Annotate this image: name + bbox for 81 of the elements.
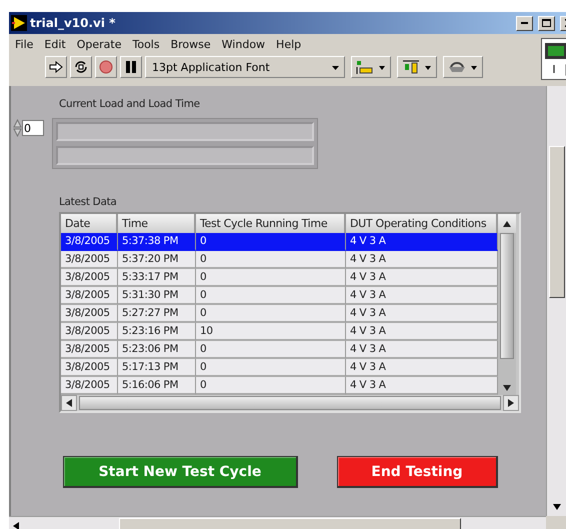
table-cell[interactable]: 3/8/2005: [61, 359, 118, 377]
menu-item[interactable]: Browse: [170, 38, 211, 51]
table-cell[interactable]: 5:23:16 PM: [118, 323, 196, 341]
left-arrow-icon[interactable]: [13, 522, 19, 529]
arrow-icon[interactable]: [49, 61, 63, 73]
table-cell[interactable]: 4 V 3 A: [346, 233, 498, 251]
table-cell[interactable]: 3/8/2005: [61, 233, 118, 251]
table-cell[interactable]: 3/8/2005: [61, 269, 118, 287]
table-cell[interactable]: 3/8/2005: [61, 341, 118, 359]
pause-button[interactable]: [120, 56, 142, 78]
horizontal-scrollbar[interactable]: [61, 395, 519, 411]
distribute-icon[interactable]: [402, 59, 432, 75]
table-cell[interactable]: 0: [196, 233, 346, 251]
table-cell[interactable]: 5:16:06 PM: [118, 377, 196, 395]
table-cell[interactable]: 0: [196, 287, 346, 305]
table-cell[interactable]: 4 V 3 A: [346, 341, 498, 359]
column-header[interactable]: DUT Operating Conditions: [346, 214, 498, 233]
table-cell[interactable]: 3/8/2005: [61, 305, 118, 323]
maximize-button[interactable]: [538, 16, 555, 30]
table-cell[interactable]: 5:27:27 PM: [118, 305, 196, 323]
abort-button[interactable]: [95, 56, 117, 78]
table-cell[interactable]: 0: [196, 341, 346, 359]
font-dropdown[interactable]: 13pt Application Font: [145, 56, 345, 78]
action-button[interactable]: Start New Test Cycle: [63, 456, 298, 488]
minimize-button[interactable]: [516, 16, 533, 30]
window-title: trial_v10.vi *: [30, 16, 116, 30]
down-arrow-icon[interactable]: [553, 504, 561, 510]
align-dropdown[interactable]: [351, 56, 391, 78]
vertical-scrollbar[interactable]: [498, 233, 516, 395]
index-field[interactable]: 0: [22, 120, 44, 136]
table-cell[interactable]: 0: [196, 377, 346, 395]
table-cell[interactable]: 4 V 3 A: [346, 305, 498, 323]
menu-item[interactable]: Window: [222, 38, 266, 51]
array-label: Current Load and Load Time: [59, 98, 201, 110]
left-arrow-icon[interactable]: [66, 399, 72, 407]
table-label: Latest Data: [59, 196, 118, 208]
pause-icon[interactable]: [126, 61, 136, 73]
table-cell[interactable]: 10: [196, 323, 346, 341]
table-cell[interactable]: 3/8/2005: [61, 323, 118, 341]
column-header[interactable]: Date: [61, 214, 118, 233]
run-continuously-button[interactable]: [70, 56, 92, 78]
table-cell[interactable]: 5:37:20 PM: [118, 251, 196, 269]
increment-arrows-icon[interactable]: [13, 119, 22, 137]
menu-item[interactable]: Tools: [132, 38, 160, 51]
table-cell[interactable]: 4 V 3 A: [346, 359, 498, 377]
table-cell[interactable]: 5:17:13 PM: [118, 359, 196, 377]
column-header[interactable]: Time: [118, 214, 196, 233]
menu-item[interactable]: File: [15, 38, 34, 51]
table-cell[interactable]: 0: [196, 305, 346, 323]
maximize-icon[interactable]: [542, 19, 551, 27]
vertical-scrollbar[interactable]: [546, 86, 566, 516]
action-button[interactable]: End Testing: [337, 456, 498, 488]
cycle-arrows-icon[interactable]: [73, 60, 89, 74]
menu-item[interactable]: Operate: [76, 38, 122, 51]
column-header[interactable]: Test Cycle Running Time: [196, 214, 346, 233]
table-cell[interactable]: 5:23:06 PM: [118, 341, 196, 359]
table-cell[interactable]: 3/8/2005: [61, 377, 118, 395]
table-cell[interactable]: 4 V 3 A: [346, 377, 498, 395]
run-button[interactable]: [45, 56, 67, 78]
table-cell[interactable]: 4 V 3 A: [346, 287, 498, 305]
vi-icon: [11, 15, 27, 31]
menu-item[interactable]: Edit: [44, 38, 66, 51]
align-icon[interactable]: [356, 59, 386, 75]
menu-item[interactable]: Help: [276, 38, 302, 51]
table-cell[interactable]: 3/8/2005: [61, 251, 118, 269]
reorder-dropdown[interactable]: [443, 56, 483, 78]
table-cell[interactable]: 5:31:30 PM: [118, 287, 196, 305]
down-arrow-icon[interactable]: [503, 385, 511, 391]
table-cell[interactable]: 0: [196, 359, 346, 377]
table-cell[interactable]: 4 V 3 A: [346, 269, 498, 287]
distribute-dropdown[interactable]: [397, 56, 437, 78]
table-cell[interactable]: 5:33:17 PM: [118, 269, 196, 287]
table-cell[interactable]: 0: [196, 251, 346, 269]
table-cell[interactable]: 4 V 3 A: [346, 251, 498, 269]
right-arrow-icon[interactable]: [508, 399, 514, 407]
table-cell[interactable]: 4 V 3 A: [346, 323, 498, 341]
up-arrow-icon[interactable]: [503, 220, 511, 226]
table-cell[interactable]: 0: [196, 269, 346, 287]
table-cell[interactable]: 3/8/2005: [61, 287, 118, 305]
table-cell[interactable]: 5:37:38 PM: [118, 233, 196, 251]
stop-icon[interactable]: [99, 60, 113, 74]
